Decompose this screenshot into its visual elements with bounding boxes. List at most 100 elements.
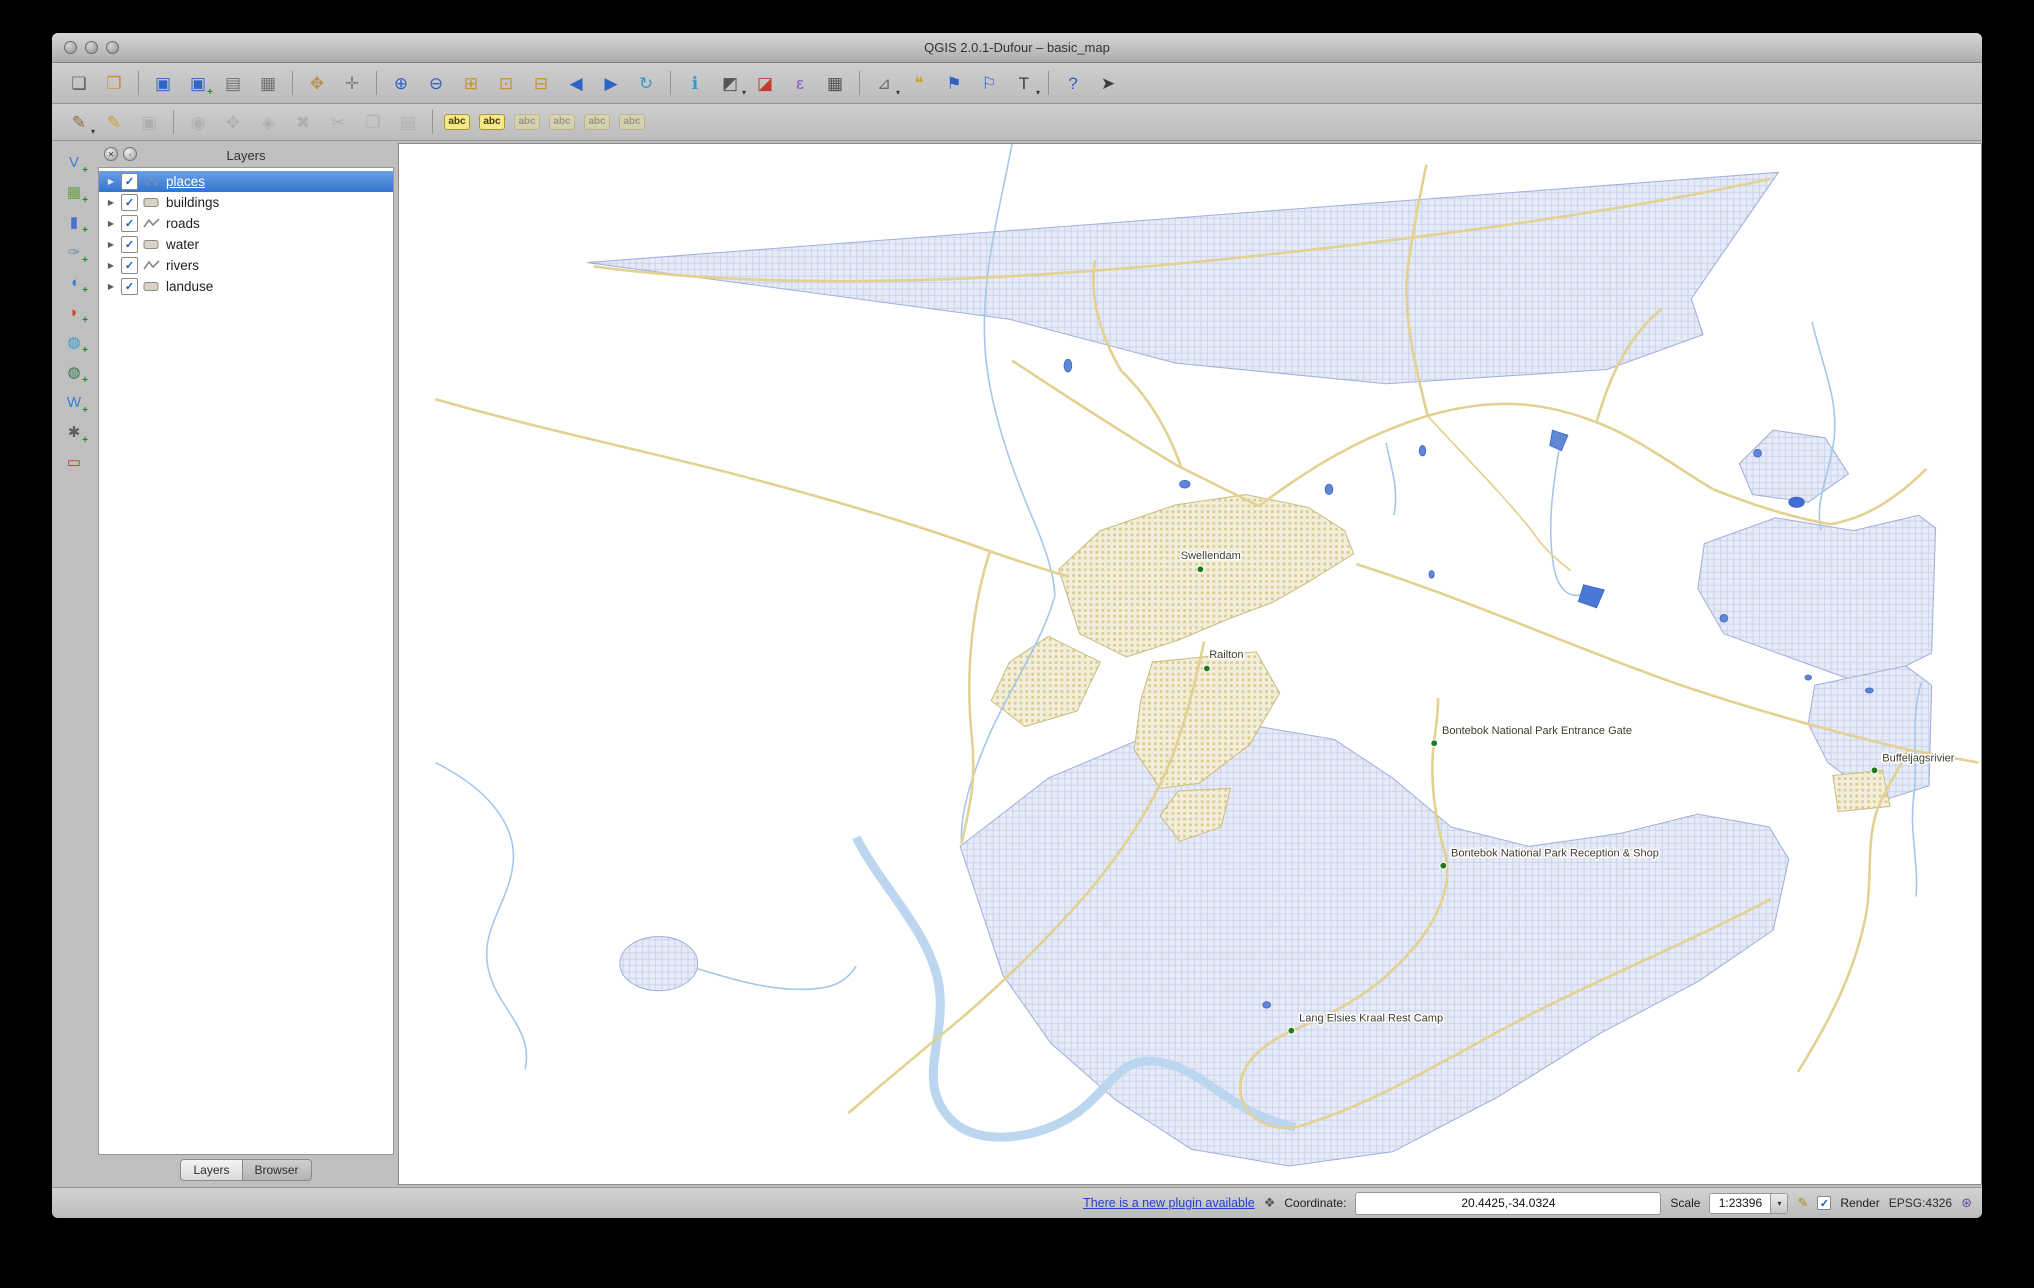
layer-checkbox[interactable]: ✓ bbox=[121, 236, 138, 253]
expand-caret-icon[interactable]: ▶ bbox=[106, 240, 116, 249]
add-mssql-layer-button[interactable]: ◖ + bbox=[58, 269, 90, 296]
layer-label: roads bbox=[166, 216, 200, 231]
add-feature-button[interactable]: ◉ bbox=[181, 107, 215, 137]
expand-caret-icon[interactable]: ▶ bbox=[106, 219, 116, 228]
delete-selected-button[interactable]: ✖ bbox=[286, 107, 320, 137]
label-pin-button[interactable]: abc bbox=[475, 107, 509, 137]
close-panel-button[interactable]: ✕ bbox=[104, 147, 118, 161]
layer-checkbox[interactable]: ✓ bbox=[121, 194, 138, 211]
label-settings-button[interactable]: abc bbox=[440, 107, 474, 137]
zoom-to-selection-button[interactable]: ⊡ bbox=[489, 68, 523, 98]
minimize-window-button[interactable] bbox=[85, 41, 98, 54]
current-edits-button[interactable]: ✎ ▾ bbox=[62, 107, 96, 137]
map-canvas[interactable]: Swellendam Railton Bontebok National Park … bbox=[398, 143, 1982, 1185]
measure-button[interactable]: ⊿ ▾ bbox=[867, 68, 901, 98]
layer-item-rivers[interactable]: ▶ ✓ rivers bbox=[99, 255, 393, 276]
new-project-button[interactable]: ❏ bbox=[62, 68, 96, 98]
paste-features-button[interactable]: ▤ bbox=[391, 107, 425, 137]
attribute-table-button[interactable]: ▦ bbox=[818, 68, 852, 98]
select-features-button[interactable]: ◩ ▾ bbox=[713, 68, 747, 98]
add-spatialite-layer-button[interactable]: ✑ + bbox=[58, 239, 90, 266]
zoom-window-button[interactable] bbox=[106, 41, 119, 54]
add-wms-layer-button[interactable]: ◍ + bbox=[58, 329, 90, 356]
save-project-as-button[interactable]: ▣ + bbox=[181, 68, 215, 99]
add-oracle-layer-button[interactable]: ◗ + bbox=[58, 299, 90, 326]
new-composer-button[interactable]: ▤ bbox=[216, 68, 250, 98]
scale-combo-caret-icon[interactable]: ▾ bbox=[1770, 1193, 1788, 1213]
dropdown-caret-icon[interactable]: ▾ bbox=[896, 88, 900, 97]
layer-item-places[interactable]: ▶ ✓ places bbox=[99, 171, 393, 192]
cut-features-button[interactable]: ✂ bbox=[321, 107, 355, 137]
panel-tab-browser[interactable]: Browser bbox=[241, 1159, 312, 1181]
layer-checkbox[interactable]: ✓ bbox=[121, 257, 138, 274]
panel-tab-layers[interactable]: Layers bbox=[180, 1159, 243, 1181]
copy-features-button[interactable]: ❐ bbox=[356, 107, 390, 137]
field-calculator-icon: ε bbox=[796, 73, 804, 93]
dropdown-caret-icon[interactable]: ▾ bbox=[1036, 88, 1040, 97]
text-annotation-button[interactable]: T ▾ bbox=[1007, 68, 1041, 98]
label-properties-button[interactable]: abc bbox=[615, 107, 649, 137]
identify-button[interactable]: ℹ bbox=[678, 68, 712, 98]
layer-item-water[interactable]: ▶ ✓ water bbox=[99, 234, 393, 255]
label-rotate-button[interactable]: abc bbox=[580, 107, 614, 137]
map-tips-button[interactable]: ❝ bbox=[902, 68, 936, 98]
whats-this-icon: ➤ bbox=[1100, 73, 1116, 93]
add-vector-layer-button[interactable]: V + bbox=[58, 149, 90, 176]
field-calculator-button[interactable]: ε bbox=[783, 68, 817, 98]
layer-checkbox[interactable]: ✓ bbox=[121, 215, 138, 232]
zoom-last-button[interactable]: ◀ bbox=[559, 68, 593, 98]
label-show-hide-button[interactable]: abc bbox=[510, 107, 544, 137]
dropdown-caret-icon[interactable]: ▾ bbox=[91, 127, 95, 136]
zoom-next-button[interactable]: ▶ bbox=[594, 68, 628, 98]
dropdown-caret-icon[interactable]: ▾ bbox=[742, 88, 746, 97]
close-window-button[interactable] bbox=[64, 41, 77, 54]
expand-caret-icon[interactable]: ▶ bbox=[106, 282, 116, 291]
layer-item-landuse[interactable]: ▶ ✓ landuse bbox=[99, 276, 393, 297]
save-layer-edits-button[interactable]: ▣ bbox=[132, 107, 166, 137]
open-project-button[interactable]: ❐ bbox=[97, 68, 131, 98]
scale-input[interactable] bbox=[1710, 1193, 1771, 1213]
remove-layer-button[interactable]: ▭ bbox=[58, 449, 90, 476]
draw-icon[interactable]: ✎ bbox=[1797, 1195, 1808, 1211]
plus-badge-icon: + bbox=[82, 315, 88, 326]
expand-caret-icon[interactable]: ▶ bbox=[106, 261, 116, 270]
refresh-map-button[interactable]: ↻ bbox=[629, 68, 663, 98]
pan-map-button[interactable]: ✥ bbox=[300, 68, 334, 98]
plugin-available-link[interactable]: There is a new plugin available bbox=[1083, 1196, 1255, 1210]
touch-zoom-button[interactable]: ✛ bbox=[335, 68, 369, 98]
new-shapefile-layer-button[interactable]: ✱ + bbox=[58, 419, 90, 446]
new-bookmark-button[interactable]: ⚑ bbox=[937, 68, 971, 98]
composer-manager-button[interactable]: ▦ bbox=[251, 68, 285, 98]
epsg-status: EPSG:4326 bbox=[1888, 1196, 1953, 1210]
zoom-full-button[interactable]: ⊞ bbox=[454, 68, 488, 98]
crs-status-icon[interactable]: ⊛ bbox=[1961, 1195, 1972, 1211]
zoom-in-button[interactable]: ⊕ bbox=[384, 68, 418, 98]
move-feature-button[interactable]: ✥ bbox=[216, 107, 250, 137]
zoom-to-layer-button[interactable]: ⊟ bbox=[524, 68, 558, 98]
save-project-button[interactable]: ▣ bbox=[146, 68, 180, 98]
deselect-features-button[interactable]: ◪ bbox=[748, 68, 782, 98]
add-postgis-layer-button[interactable]: ▮ + bbox=[58, 209, 90, 236]
layer-item-roads[interactable]: ▶ ✓ roads bbox=[99, 213, 393, 234]
float-panel-button[interactable]: ◦ bbox=[123, 147, 137, 161]
render-checkbox[interactable]: ✓ bbox=[1817, 1196, 1832, 1210]
zoom-out-button[interactable]: ⊖ bbox=[419, 68, 453, 98]
plugin-icon[interactable]: ❖ bbox=[1264, 1195, 1276, 1211]
coordinate-input[interactable] bbox=[1355, 1191, 1662, 1215]
zoom-full-icon: ⊞ bbox=[463, 73, 479, 93]
layer-checkbox[interactable]: ✓ bbox=[121, 278, 138, 295]
add-wcs-layer-button[interactable]: ◍ + bbox=[58, 359, 90, 386]
layer-item-buildings[interactable]: ▶ ✓ buildings bbox=[99, 192, 393, 213]
add-wfs-layer-button[interactable]: W + bbox=[58, 389, 90, 416]
toggle-editing-button[interactable]: ✎ bbox=[97, 107, 131, 137]
show-bookmarks-button[interactable]: ⚐ bbox=[972, 68, 1006, 98]
whats-this-button[interactable]: ➤ bbox=[1091, 68, 1125, 98]
help-button[interactable]: ? bbox=[1056, 68, 1090, 98]
layer-checkbox[interactable]: ✓ bbox=[121, 173, 138, 190]
expand-caret-icon[interactable]: ▶ bbox=[106, 198, 116, 207]
new-project-icon: ❏ bbox=[71, 73, 87, 93]
node-tool-button[interactable]: ◈ bbox=[251, 107, 285, 137]
expand-caret-icon[interactable]: ▶ bbox=[106, 177, 116, 186]
add-raster-layer-button[interactable]: ▦ + bbox=[58, 179, 90, 206]
label-move-button[interactable]: abc bbox=[545, 107, 579, 137]
